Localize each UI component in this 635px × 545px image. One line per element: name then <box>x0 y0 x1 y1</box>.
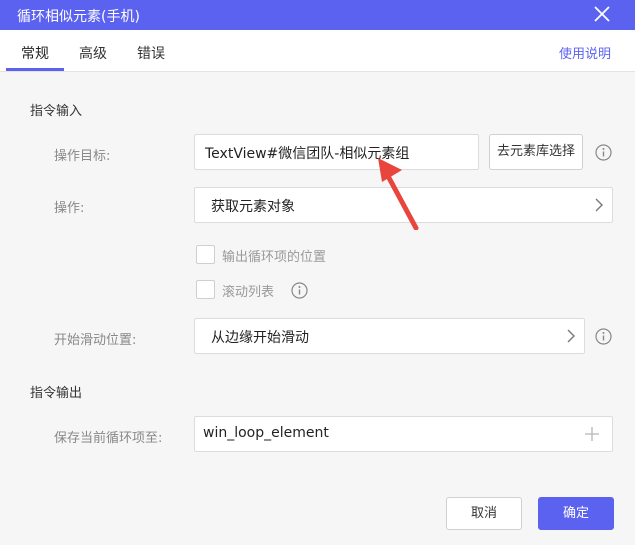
chevron-right-icon <box>567 329 575 343</box>
output-position-label: 输出循环项的位置 <box>222 250 327 265</box>
input-section-title: 指令输入 <box>30 104 83 119</box>
scroll-start-value: 从边缘开始滑动 <box>211 330 309 346</box>
tab-error[interactable]: 错误 <box>137 43 165 63</box>
operation-value: 获取元素对象 <box>211 199 295 215</box>
help-link[interactable]: 使用说明 <box>559 43 611 62</box>
operation-label: 操作: <box>54 201 85 216</box>
title-bar: 循环相似元素(手机) <box>0 0 635 30</box>
annotation-arrow-icon <box>378 158 419 230</box>
save-to-label: 保存当前循环项至: <box>54 431 163 446</box>
info-icon[interactable] <box>291 282 308 299</box>
scroll-list-label: 滚动列表 <box>222 285 275 300</box>
window-title: 循环相似元素(手机) <box>17 9 140 25</box>
save-to-field[interactable]: win_loop_element <box>194 416 613 452</box>
output-position-checkbox[interactable] <box>196 245 215 264</box>
save-to-value: win_loop_element <box>203 425 329 441</box>
confirm-button[interactable]: 确定 <box>538 497 614 530</box>
target-label: 操作目标: <box>54 149 111 164</box>
plus-icon[interactable] <box>584 426 600 442</box>
close-icon[interactable] <box>593 5 611 23</box>
target-field[interactable]: TextView#微信团队-相似元素组 <box>194 134 479 170</box>
element-library-button[interactable]: 去元素库选择 <box>489 134 583 170</box>
output-section-title: 指令输出 <box>30 386 83 401</box>
scroll-list-checkbox[interactable] <box>196 280 215 299</box>
scroll-start-label: 开始滑动位置: <box>54 333 137 348</box>
cancel-button[interactable]: 取消 <box>446 497 522 530</box>
chevron-right-icon <box>595 198 603 212</box>
info-icon[interactable] <box>595 328 612 345</box>
active-tab-indicator <box>6 68 64 71</box>
tab-bar: 常规 高级 错误 使用说明 <box>0 30 635 72</box>
scroll-start-select[interactable]: 从边缘开始滑动 <box>194 318 585 354</box>
info-icon[interactable] <box>595 144 612 161</box>
tab-advanced[interactable]: 高级 <box>79 43 107 63</box>
tab-general[interactable]: 常规 <box>21 43 49 63</box>
